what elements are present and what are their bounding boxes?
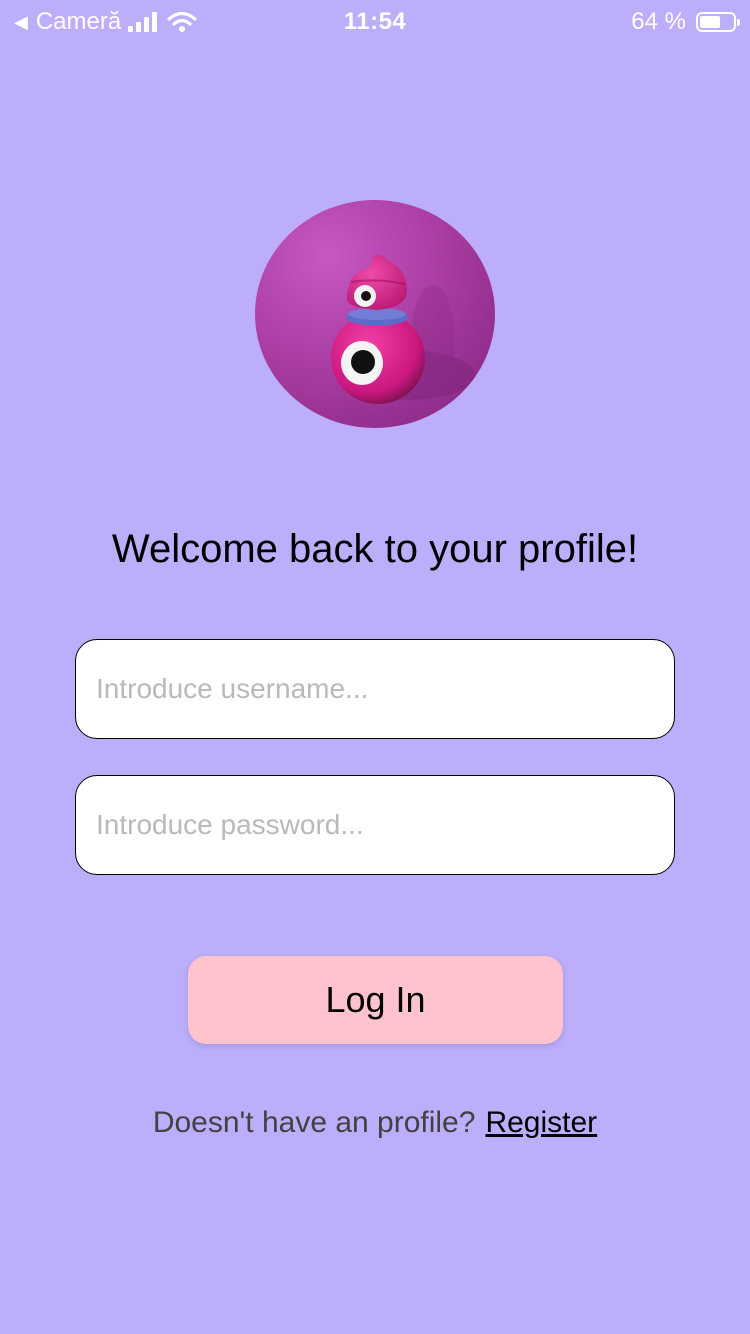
register-prompt: Doesn't have an profile? xyxy=(152,1106,476,1139)
password-input[interactable] xyxy=(75,775,675,875)
battery-level xyxy=(700,16,721,28)
profile-avatar xyxy=(255,200,495,428)
username-input[interactable] xyxy=(75,639,675,739)
battery-icon xyxy=(696,12,740,32)
status-bar: ◀ Cameră 11:54 64 % xyxy=(0,0,750,40)
login-button[interactable]: Log In xyxy=(188,956,563,1044)
battery-percent: 64 % xyxy=(631,8,686,35)
register-link[interactable]: Register xyxy=(485,1106,597,1139)
register-row: Doesn't have an profile? Register xyxy=(0,1106,750,1140)
pink-monster-avatar-icon xyxy=(255,200,495,428)
status-bar-right: 64 % xyxy=(631,8,740,36)
welcome-title: Welcome back to your profile! xyxy=(111,527,639,571)
